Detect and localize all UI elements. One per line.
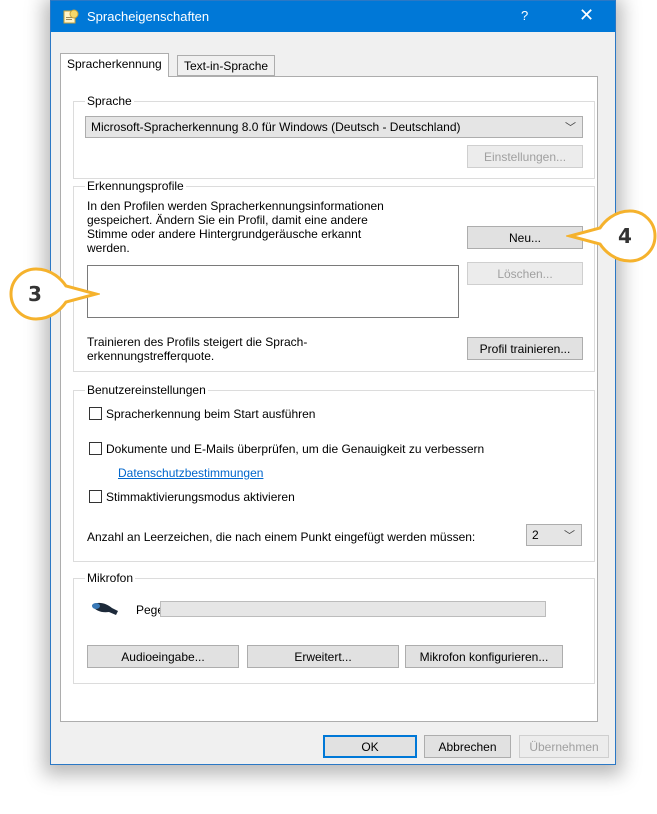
training-description: Trainieren des Profils steigert die Spra… xyxy=(87,335,308,363)
review-documents-label: Dokumente und E-Mails überprüfen, um die… xyxy=(106,442,485,456)
profiles-list[interactable] xyxy=(87,265,459,318)
callout-badge-3 xyxy=(9,267,100,321)
configure-microphone-button[interactable]: Mikrofon konfigurieren... xyxy=(405,645,563,668)
privacy-link[interactable]: Datenschutzbestimmungen xyxy=(118,466,263,480)
level-meter xyxy=(160,601,546,617)
run-at-startup-label: Spracherkennung beim Start ausführen xyxy=(106,407,316,421)
voice-activation-checkbox[interactable] xyxy=(89,490,102,503)
window-title: Spracheigenschaften xyxy=(87,9,210,24)
review-documents-checkbox[interactable] xyxy=(89,442,102,455)
spaces-select-value: 2 xyxy=(532,528,539,542)
microphone-icon xyxy=(92,602,118,615)
close-button[interactable]: ✕ xyxy=(579,6,594,24)
callout-badge-4 xyxy=(566,209,657,263)
spaces-label: Anzahl an Leerzeichen, die nach einem Pu… xyxy=(87,530,476,544)
speech-properties-icon xyxy=(63,9,79,24)
train-profile-button[interactable]: Profil trainieren... xyxy=(467,337,583,360)
microphone-group-label: Mikrofon xyxy=(85,571,136,585)
chevron-down-icon: ﹀ xyxy=(564,530,575,542)
language-select[interactable]: Microsoft-Spracherkennung 8.0 für Window… xyxy=(85,116,583,138)
chevron-down-icon: ﹀ xyxy=(565,122,576,134)
delete-profile-button[interactable]: Löschen... xyxy=(467,262,583,285)
language-select-value: Microsoft-Spracherkennung 8.0 für Window… xyxy=(91,120,461,134)
audio-input-button[interactable]: Audioeingabe... xyxy=(87,645,239,668)
profiles-description: In den Profilen werden Spracherkennungsi… xyxy=(87,199,384,255)
callout-number-4: 4 xyxy=(618,224,632,248)
tab-speech-recognition[interactable]: Spracherkennung xyxy=(60,53,169,77)
user-settings-group-label: Benutzereinstellungen xyxy=(85,383,208,397)
apply-button[interactable]: Übernehmen xyxy=(519,735,609,758)
language-group-label: Sprache xyxy=(85,94,134,108)
callout-number-3: 3 xyxy=(28,282,42,306)
voice-activation-label: Stimmaktivierungsmodus aktivieren xyxy=(106,490,295,504)
settings-button[interactable]: Einstellungen... xyxy=(467,145,583,168)
cancel-button[interactable]: Abbrechen xyxy=(424,735,511,758)
tab-text-to-speech[interactable]: Text-in-Sprache xyxy=(177,55,276,76)
run-at-startup-checkbox[interactable] xyxy=(89,407,102,420)
profiles-group-label: Erkennungsprofile xyxy=(85,179,186,193)
microphone-group xyxy=(73,578,595,684)
advanced-button[interactable]: Erweitert... xyxy=(247,645,399,668)
help-button[interactable]: ? xyxy=(521,8,528,23)
spaces-select[interactable]: 2 ﹀ xyxy=(526,524,582,546)
ok-button[interactable]: OK xyxy=(323,735,417,758)
title-bar: Spracheigenschaften ? ✕ xyxy=(51,1,615,32)
